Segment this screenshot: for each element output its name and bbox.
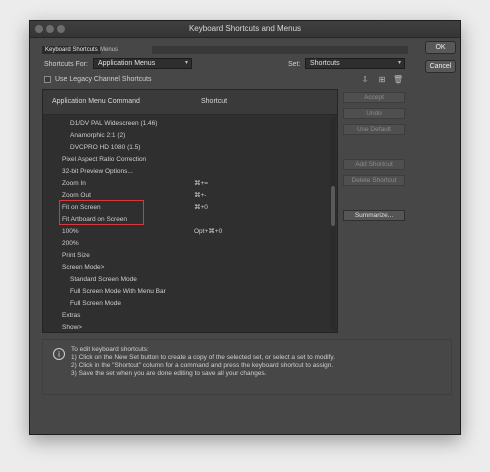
summarize-button[interactable]: Summarize... [343,210,405,221]
column-header-shortcut[interactable]: Shortcut [201,98,227,105]
table-row[interactable]: DVCPRO HD 1080 (1.5) [43,142,327,154]
keyboard-shortcuts-dialog: Keyboard Shortcuts and Menus Keyboard Sh… [29,20,461,435]
row-command: Anamorphic 2:1 (2) [70,132,126,139]
scrollbar-thumb[interactable] [331,186,335,226]
info-heading: To edit keyboard shortcuts: [71,346,149,353]
row-command: Full Screen Mode [70,300,121,307]
chevron-down-icon: ▾ [397,60,401,66]
row-command: 32-bit Preview Options... [62,168,133,175]
ok-button[interactable]: OK [425,41,456,54]
table-row[interactable]: Anamorphic 2:1 (2) [43,130,327,142]
table-row[interactable]: Standard Screen Mode [43,274,327,286]
table-row[interactable]: Full Screen Mode [43,298,327,310]
shortcuts-for-label: Shortcuts For: [44,61,88,68]
table-header: Application Menu Command Shortcut [43,90,337,115]
row-command: Print Size [62,252,90,259]
row-command: Screen Mode> [62,264,105,271]
row-command: D1/DV PAL Widescreen (1.46) [70,120,158,127]
table-row[interactable]: 100% Opt+⌘+0 [43,226,327,238]
new-set-icon[interactable]: ⊞ [377,75,387,85]
table-row[interactable]: Print Size [43,250,327,262]
info-icon: i [53,348,65,360]
table-row[interactable]: 200% [43,238,327,250]
use-default-button[interactable]: Use Default [343,124,405,135]
table-row[interactable]: Zoom In ⌘+= [43,178,327,190]
column-header-command[interactable]: Application Menu Command [52,98,140,105]
row-command: Show> [62,324,83,331]
highlight-annotation [59,200,144,225]
legacy-channel-checkbox[interactable] [44,76,51,83]
table-row[interactable]: D1/DV PAL Widescreen (1.46) [43,118,327,130]
save-set-icon[interactable]: ⇩ [360,75,370,85]
row-shortcut[interactable]: ⌘+- [194,190,206,202]
info-panel: i To edit keyboard shortcuts: 1) Click o… [42,339,452,395]
tab-bar: Keyboard Shortcuts Menus [42,46,408,54]
table-row[interactable]: Screen Mode> [43,262,327,274]
row-command: Pixel Aspect Ratio Correction [62,156,147,163]
set-select[interactable]: Shortcuts ▾ [305,58,405,69]
table-row[interactable]: Pixel Aspect Ratio Correction [43,154,327,166]
legacy-channel-label: Use Legacy Channel Shortcuts [55,76,152,83]
row-shortcut[interactable]: ⌘+= [194,178,208,190]
info-line: 3) Save the set when you are done editin… [71,370,267,377]
window-title: Keyboard Shortcuts and Menus [188,24,302,33]
table-rows: D1/DV PAL Widescreen (1.46) Anamorphic 2… [43,118,327,332]
row-shortcut[interactable]: Opt+⌘+0 [194,226,222,238]
row-command: Standard Screen Mode [70,276,137,283]
set-label: Set: [288,61,301,68]
row-command: 200% [62,240,79,247]
table-row[interactable]: Extras [43,310,327,322]
delete-shortcut-button[interactable]: Delete Shortcut [343,175,405,186]
table-scrollbar[interactable] [330,118,336,330]
title-bar: Keyboard Shortcuts and Menus [30,21,460,38]
accept-button[interactable]: Accept [343,92,405,103]
row-command: Extras [62,312,81,319]
add-shortcut-button[interactable]: Add Shortcut [343,159,405,170]
cancel-button[interactable]: Cancel [425,60,456,73]
delete-set-icon[interactable]: 🗑 [393,75,403,85]
undo-button[interactable]: Undo [343,108,405,119]
info-line: 1) Click on the New Set button to create… [71,354,335,361]
table-row[interactable]: Show> [43,322,327,332]
shortcut-table: Application Menu Command Shortcut D1/DV … [42,89,338,333]
row-command: Full Screen Mode With Menu Bar [70,288,166,295]
set-value: Shortcuts [310,60,340,67]
tab-menus[interactable]: Menus [97,46,121,54]
chevron-down-icon: ▾ [184,60,188,66]
table-row[interactable]: Full Screen Mode With Menu Bar [43,286,327,298]
tab-bar-fill [152,46,408,54]
tab-keyboard-shortcuts[interactable]: Keyboard Shortcuts [42,46,101,54]
shortcuts-for-select[interactable]: Application Menus ▾ [93,58,192,69]
row-command: DVCPRO HD 1080 (1.5) [70,144,141,151]
table-row[interactable]: 32-bit Preview Options... [43,166,327,178]
row-command: Zoom In [62,180,86,187]
shortcuts-for-value: Application Menus [98,60,156,67]
row-shortcut[interactable]: ⌘+0 [194,202,208,214]
info-line: 2) Click in the "Shortcut" column for a … [71,362,334,369]
row-command: 100% [62,228,79,235]
